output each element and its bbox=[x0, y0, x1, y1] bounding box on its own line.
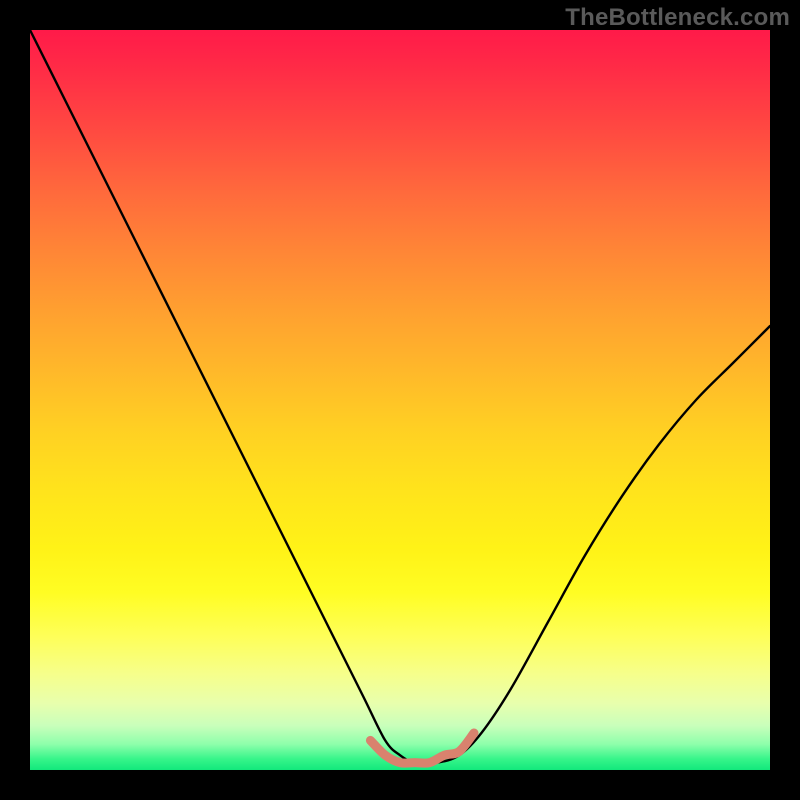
plot-area bbox=[30, 30, 770, 770]
watermark-text: TheBottleneck.com bbox=[565, 4, 790, 32]
notch-marker-path bbox=[370, 733, 474, 763]
chart-frame: TheBottleneck.com bbox=[0, 0, 800, 800]
curves-svg bbox=[30, 30, 770, 770]
main-curve-path bbox=[30, 30, 770, 764]
